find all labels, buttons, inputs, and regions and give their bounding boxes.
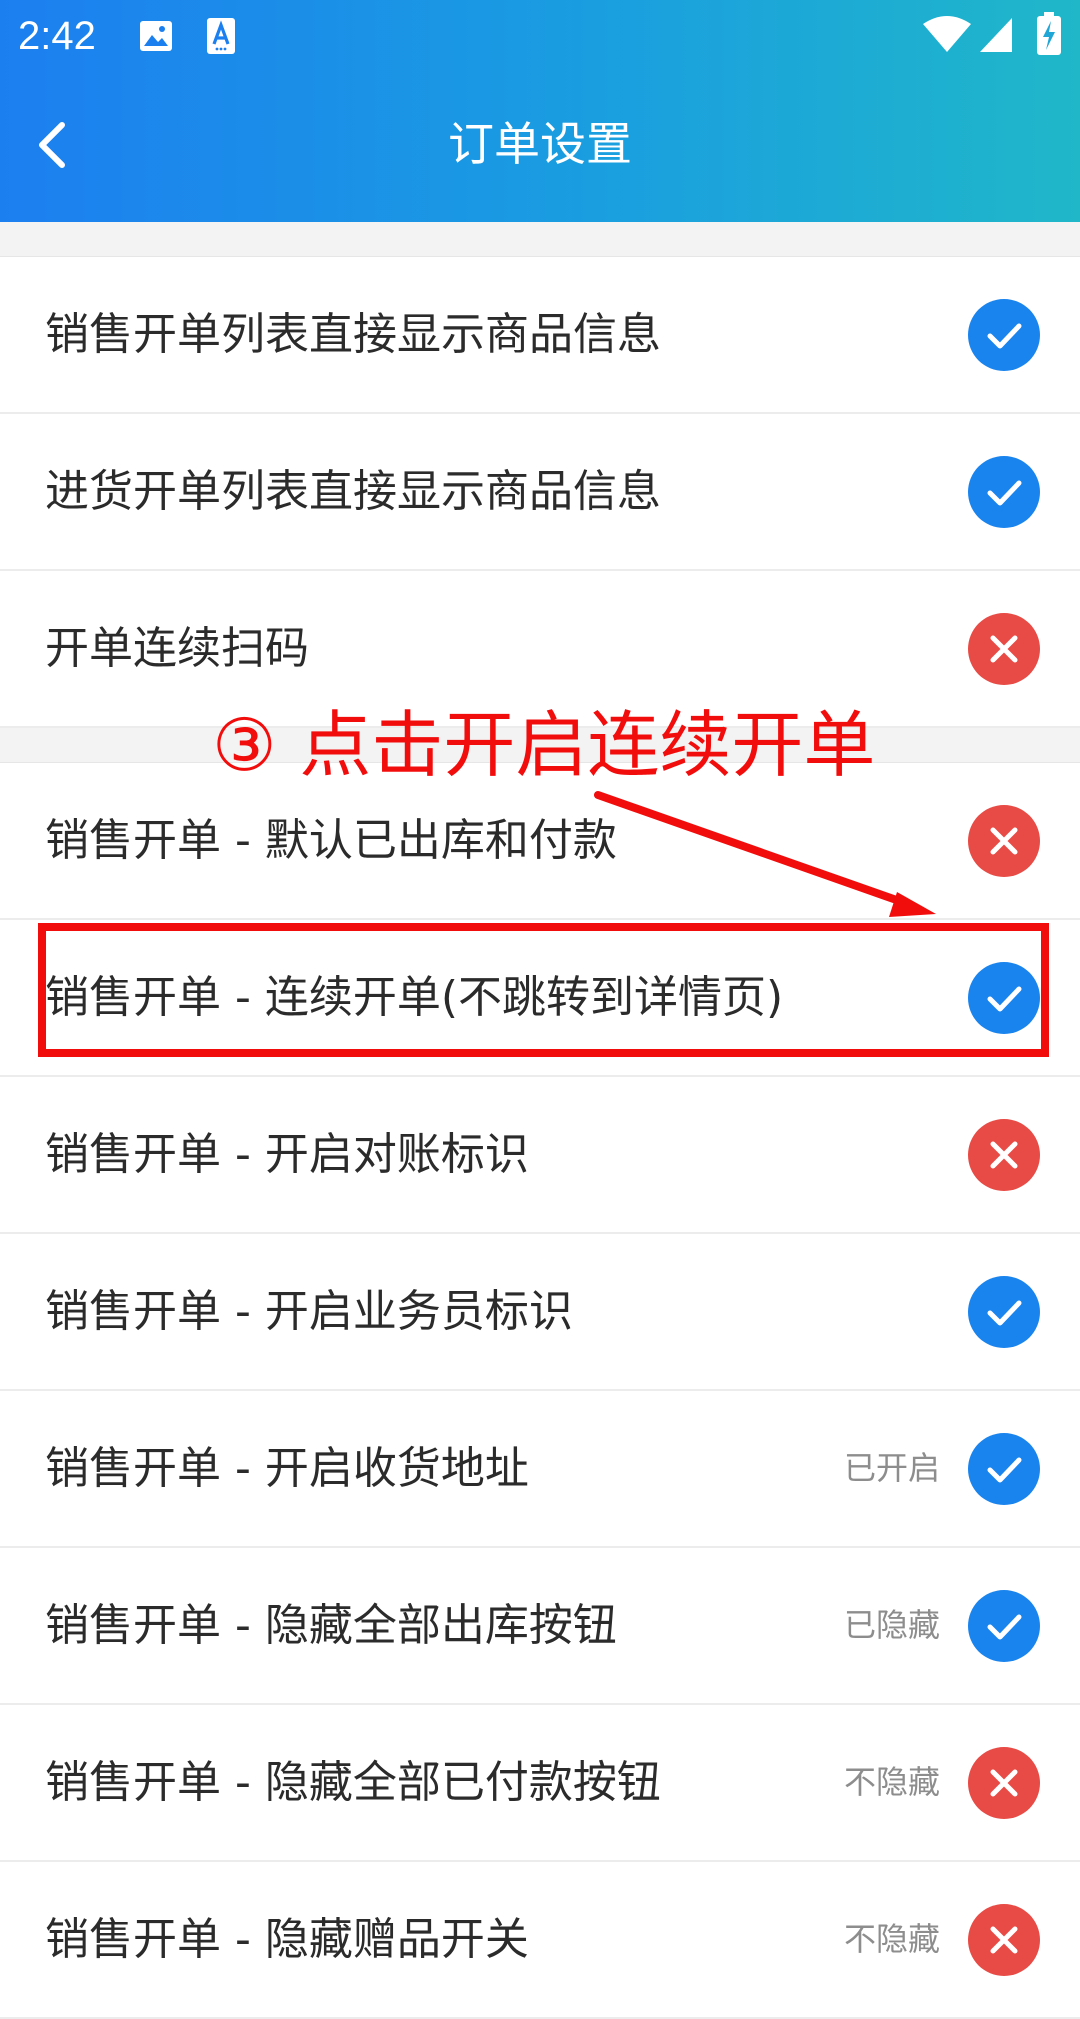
annotation-highlight-box xyxy=(38,923,1049,1057)
